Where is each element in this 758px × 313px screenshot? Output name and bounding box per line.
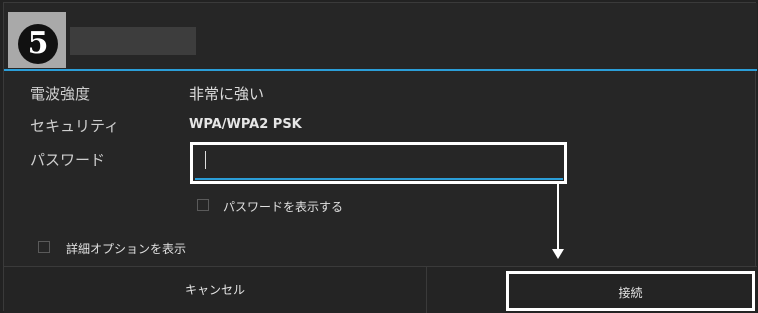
step-number: 5 <box>18 24 58 64</box>
ssid-redaction <box>70 27 196 55</box>
signal-strength-label: 電波強度 <box>30 85 91 103</box>
show-password-checkbox[interactable] <box>197 199 209 211</box>
dialog-button-bar: キャンセル 接続 <box>4 266 757 313</box>
connect-button[interactable]: 接続 <box>506 271 755 311</box>
security-value: WPA/WPA2 PSK <box>189 117 302 132</box>
signal-strength-value: 非常に強い <box>189 85 265 103</box>
advanced-options-label[interactable]: 詳細オプションを表示 <box>66 240 186 257</box>
wifi-connect-dialog: 電波強度 非常に強い セキュリティ WPA/WPA2 PSK パスワード パスワ… <box>3 2 757 313</box>
show-password-label[interactable]: パスワードを表示する <box>223 198 343 215</box>
security-label: セキュリティ <box>30 117 120 135</box>
password-label: パスワード <box>30 151 106 169</box>
dialog-title-bar <box>4 3 757 69</box>
guide-arrow-line <box>557 184 559 252</box>
cancel-button[interactable]: キャンセル <box>4 267 427 313</box>
step-number-badge: 5 <box>8 12 66 68</box>
title-divider <box>4 69 757 71</box>
password-field-highlight <box>190 142 567 184</box>
advanced-options-checkbox[interactable] <box>38 241 50 253</box>
guide-arrow-head-icon <box>552 249 564 259</box>
